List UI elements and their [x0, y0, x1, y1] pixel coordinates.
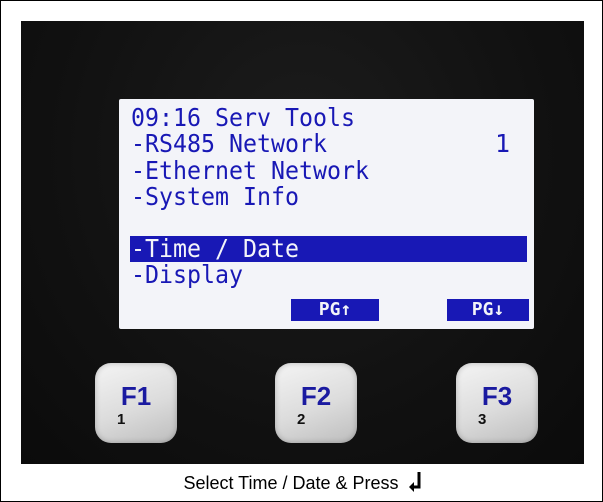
softkey-page-down[interactable]: PG↓	[447, 299, 529, 321]
menu-item-display[interactable]: -Display	[131, 262, 243, 288]
f3-key-label: F3	[481, 381, 513, 411]
menu-item-rs485-network[interactable]: -RS485 Network	[131, 131, 327, 157]
f1-key-number: 1	[117, 411, 126, 428]
f2-key-number: 2	[297, 411, 306, 428]
menu-item-time-date-selected[interactable]: -Time / Date	[131, 236, 299, 262]
menu-item-system-info[interactable]: -System Info	[131, 184, 299, 210]
f1-key[interactable]: F1 1	[95, 363, 177, 443]
device-panel: 09:16 Serv Tools -RS485 Network 1 -Ether…	[21, 21, 584, 464]
softkey-page-up[interactable]: PG↑	[291, 299, 379, 321]
f3-key[interactable]: F3 3	[456, 363, 538, 443]
rs485-value: 1	[495, 129, 511, 158]
f1-key-label: F1	[120, 381, 152, 411]
lcd-title-line: 09:16 Serv Tools	[131, 103, 355, 132]
f2-key[interactable]: F2 2	[275, 363, 357, 443]
f2-key-label: F2	[300, 381, 332, 411]
lcd-screen: 09:16 Serv Tools -RS485 Network 1 -Ether…	[119, 99, 534, 329]
figure-frame: 09:16 Serv Tools -RS485 Network 1 -Ether…	[0, 0, 603, 502]
menu-item-ethernet-network[interactable]: -Ethernet Network	[131, 158, 369, 184]
caption: Select Time / Date & Press	[1, 471, 603, 498]
caption-text: Select Time / Date & Press	[183, 473, 399, 493]
enter-key-icon	[408, 471, 422, 498]
f3-key-number: 3	[478, 411, 487, 428]
